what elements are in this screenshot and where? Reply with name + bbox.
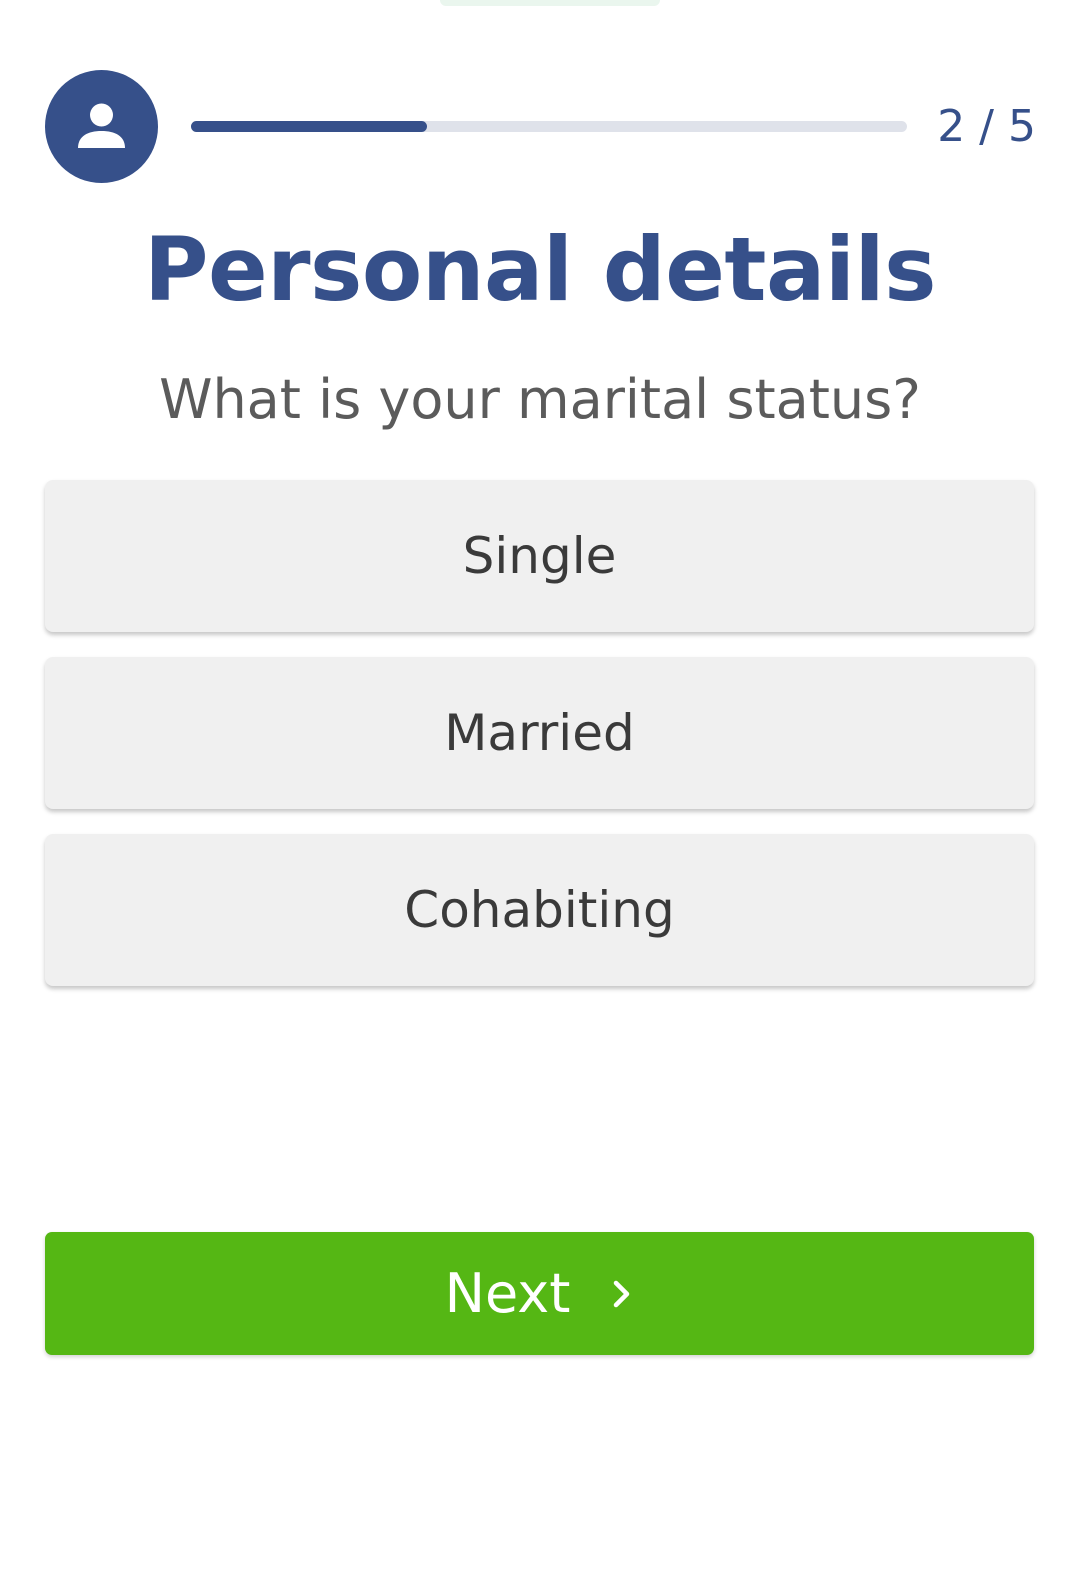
progress-bar-fill: [191, 121, 428, 132]
option-label: Cohabiting: [404, 881, 675, 939]
avatar: [45, 70, 158, 183]
option-single[interactable]: Single: [45, 480, 1034, 632]
option-label: Single: [462, 527, 617, 585]
option-label: Married: [444, 704, 635, 762]
option-cohabiting[interactable]: Cohabiting: [45, 834, 1034, 986]
next-button[interactable]: Next: [45, 1232, 1034, 1355]
option-married[interactable]: Married: [45, 657, 1034, 809]
person-icon: [78, 103, 125, 148]
step-counter: 2 / 5: [937, 101, 1036, 152]
top-edge-highlight: [440, 0, 660, 6]
question-text: What is your marital status?: [159, 368, 921, 431]
next-button-label: Next: [444, 1262, 571, 1325]
page-title: Personal details: [143, 218, 937, 321]
progress-bar: [191, 121, 907, 132]
chevron-right-icon: [614, 1280, 630, 1307]
